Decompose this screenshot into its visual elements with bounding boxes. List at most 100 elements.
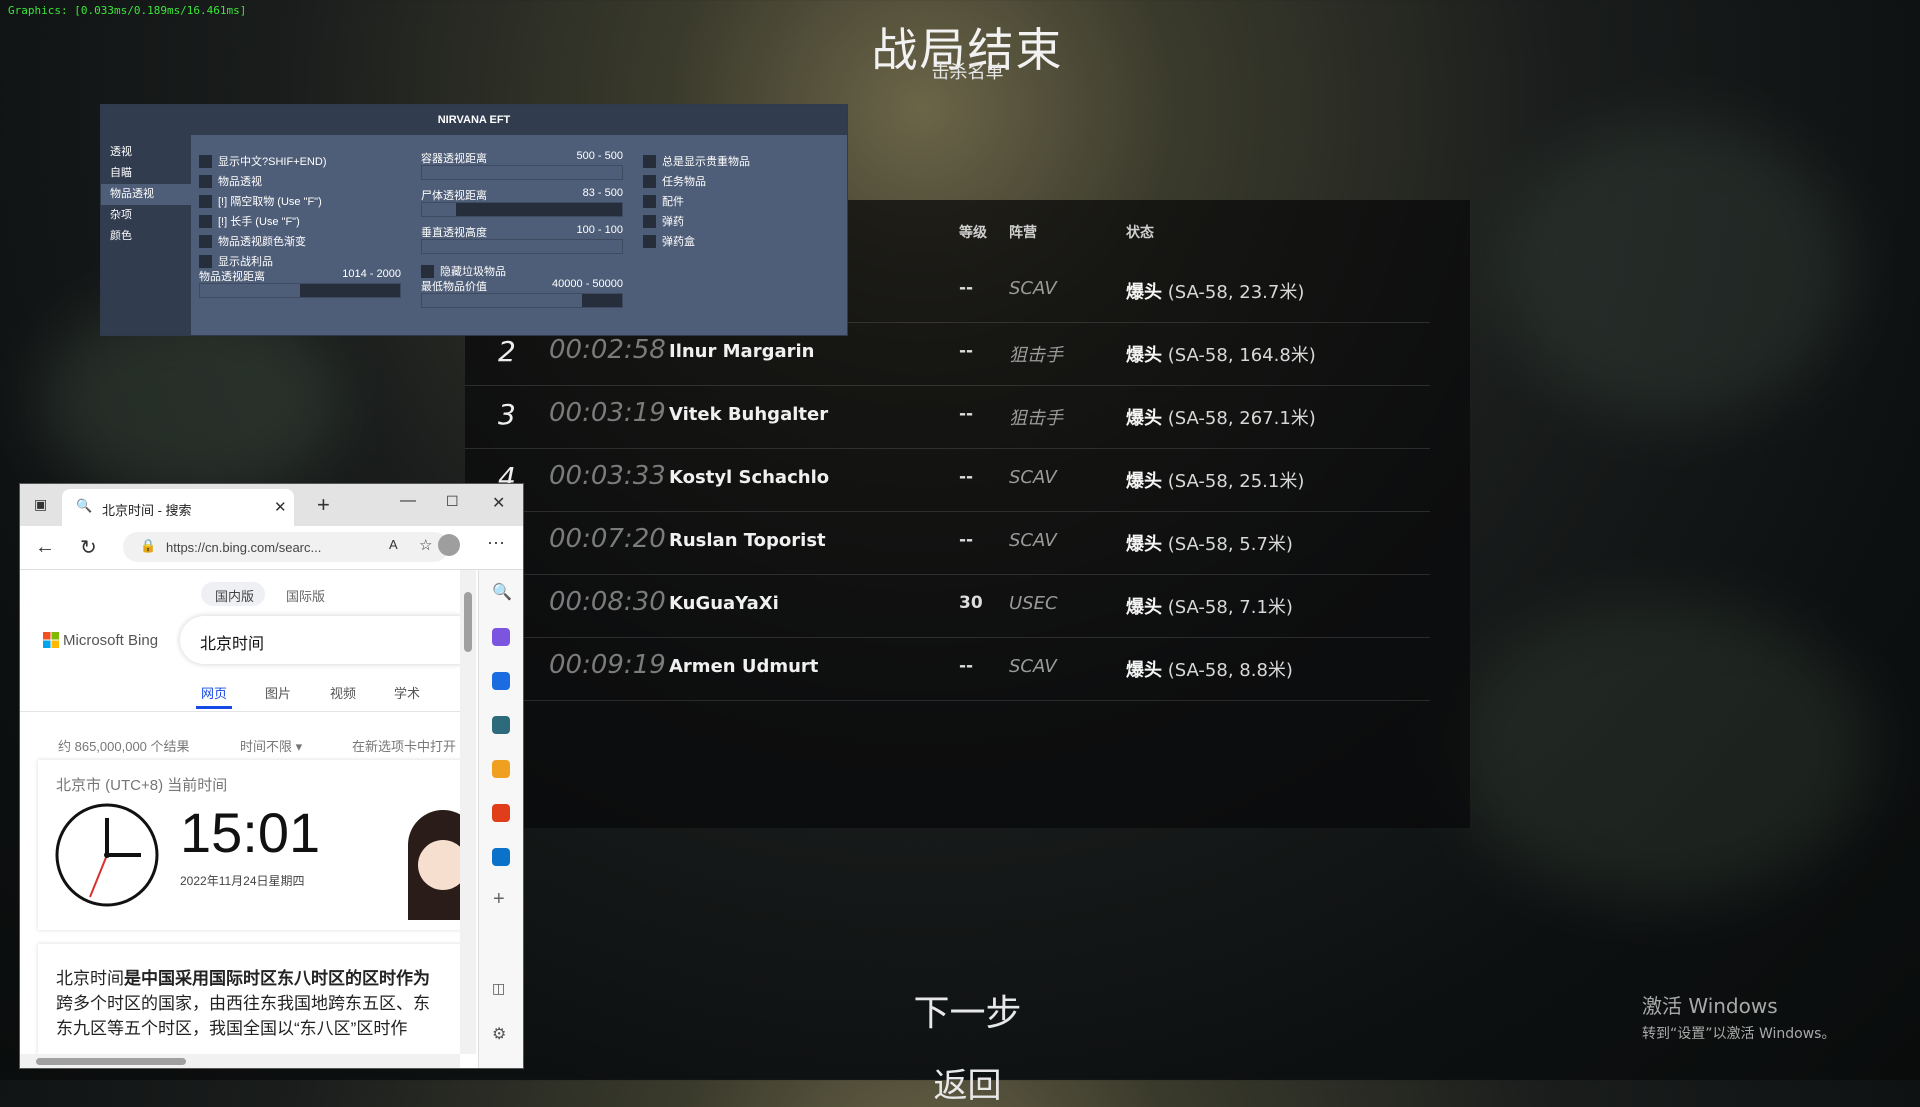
menu-checkbox[interactable]: 任务物品 (643, 173, 706, 189)
back-arrow-icon[interactable]: ← (35, 536, 55, 559)
menu-sidebar: 透视 自瞄 物品透视 杂项 颜色 (101, 135, 191, 335)
kill-time: 00:03:19 (549, 398, 666, 428)
result-count: 约 865,000,000 个结果 (58, 739, 190, 754)
lock-icon[interactable]: 🔒 (140, 538, 156, 554)
slider-track[interactable] (421, 293, 623, 308)
add-icon[interactable]: + (493, 888, 505, 911)
slider-track[interactable] (421, 239, 623, 254)
open-new-tab-link[interactable]: 在新选项卡中打开 (352, 736, 456, 755)
menu-checkbox[interactable]: 总是显示贵重物品 (643, 153, 750, 169)
victim-name: KuGuaYaXi (669, 593, 779, 614)
slider-value: 83 - 500 (582, 187, 623, 199)
menu-slider[interactable]: 最低物品价值 40000 - 50000 (421, 278, 623, 310)
edge-sidebar: 🔍 + ◫ ⚙ (478, 570, 523, 1068)
checkbox-box (199, 174, 212, 188)
victim-name: Armen Udmurt (669, 656, 819, 677)
slider-label: 容器透视距离 (421, 153, 487, 165)
read-aloud-icon[interactable]: A (389, 537, 398, 552)
clock-card: 北京市 (UTC+8) 当前时间 15:01 2022年11月24日星期四 (38, 760, 460, 930)
menu-checkbox[interactable]: 弹药 (643, 213, 684, 229)
menu-checkbox[interactable]: [!] 长手 (Use "F") (199, 213, 300, 229)
search-query: 北京时间 (200, 636, 265, 653)
menu-sidebar-item[interactable]: 颜色 (101, 226, 191, 247)
checkbox-label: 显示中文?SHIF+END) (218, 156, 327, 168)
menu-sidebar-item[interactable]: 自瞄 (101, 163, 191, 184)
kill-status-detail: (SA-58, 8.8米) (1162, 660, 1293, 681)
new-tab-icon[interactable]: + (317, 492, 330, 518)
slider-fill (422, 294, 582, 307)
victim-name: Vitek Buhgalter (669, 404, 829, 425)
menu-slider[interactable]: 物品透视距离 1014 - 2000 (199, 268, 401, 300)
menu-sidebar-item[interactable]: 杂项 (101, 205, 191, 226)
close-tab-icon[interactable]: ✕ (274, 498, 287, 516)
nav-tab-web[interactable]: 网页 (201, 683, 227, 702)
menu-slider[interactable]: 容器透视距离 500 - 500 (421, 150, 623, 182)
more-options-icon[interactable]: ··· (487, 532, 505, 553)
settings-gear-icon[interactable]: ⚙ (492, 1024, 506, 1044)
refresh-icon[interactable]: ↻ (80, 535, 97, 560)
scroll-thumb[interactable] (464, 592, 472, 652)
tools-icon[interactable] (492, 716, 510, 734)
victim-level: -- (959, 656, 974, 676)
sidebar-layout-icon[interactable]: ◫ (492, 980, 505, 997)
slider-label: 垂直透视高度 (421, 227, 487, 239)
victim-name: Kostyl Schachlo (669, 467, 830, 488)
copilot-icon[interactable] (492, 628, 510, 646)
search-box[interactable]: 北京时间 (180, 616, 460, 664)
menu-checkbox[interactable]: 显示中文?SHIF+END) (199, 153, 327, 169)
profile-avatar[interactable] (438, 534, 460, 556)
menu-slider[interactable]: 垂直透视高度 100 - 100 (421, 224, 623, 256)
region-tab-international[interactable]: 国际版 (286, 586, 325, 605)
tab-title: 北京时间 - 搜索 (102, 503, 192, 518)
nav-tab-videos[interactable]: 视频 (330, 683, 356, 702)
menu-checkbox[interactable]: 物品透视颜色渐变 (199, 233, 306, 249)
kill-row: 00:07:20 Ruslan Toporist -- SCAV 爆头 (SA-58, … (465, 512, 1430, 575)
browser-tab[interactable]: 🔍 北京时间 - 搜索 ✕ (62, 489, 294, 526)
victim-level: -- (959, 530, 974, 550)
checkbox-label: 隐藏垃圾物品 (440, 266, 506, 278)
shopping-tag-icon[interactable] (492, 672, 510, 690)
games-icon[interactable] (492, 760, 510, 778)
kill-status: 爆头 (SA-58, 23.7米) (1126, 278, 1304, 304)
snippet-line: 东九区等五个时区，我国全国以“东八区”区时作 (56, 1019, 408, 1038)
kill-status: 爆头 (SA-58, 5.7米) (1126, 530, 1293, 556)
vertical-scrollbar[interactable] (460, 570, 476, 1054)
microsoft-logo-icon (43, 632, 59, 648)
menu-checkbox[interactable]: 配件 (643, 193, 684, 209)
nav-tab-images[interactable]: 图片 (265, 683, 291, 702)
menu-checkbox[interactable]: 隐藏垃圾物品 (421, 263, 506, 279)
region-tab-domestic[interactable]: 国内版 (215, 586, 254, 605)
menu-checkbox[interactable]: 显示战利品 (199, 253, 273, 269)
slider-track[interactable] (199, 283, 401, 298)
menu-sidebar-item[interactable]: 透视 (101, 142, 191, 163)
slider-track[interactable] (421, 202, 623, 217)
horizontal-scrollbar[interactable] (20, 1054, 460, 1068)
slider-fill (422, 240, 622, 253)
menu-checkbox[interactable]: 弹药盒 (643, 233, 695, 249)
address-bar[interactable]: 🔒 https://cn.bing.com/searc... A ☆ (123, 532, 449, 562)
favorite-icon[interactable]: ☆ (419, 536, 432, 554)
background-blur (1450, 600, 1870, 900)
slider-track[interactable] (421, 165, 623, 180)
tab-actions-icon[interactable]: ▣ (34, 496, 47, 513)
checkbox-box (199, 154, 212, 168)
menu-checkbox[interactable]: [!] 隔空取物 (Use "F") (199, 193, 322, 209)
victim-level: -- (959, 278, 974, 298)
kill-row: 00:09:19 Armen Udmurt -- SCAV 爆头 (SA-58, 8.8… (465, 638, 1430, 701)
office-icon[interactable] (492, 804, 510, 822)
maximize-icon[interactable]: ☐ (446, 493, 459, 510)
kill-status-type: 爆头 (1126, 660, 1162, 681)
nav-tab-academic[interactable]: 学术 (394, 683, 420, 702)
menu-checkbox[interactable]: 物品透视 (199, 173, 262, 189)
minimize-icon[interactable]: — (400, 492, 416, 510)
time-filter[interactable]: 时间不限 ▾ (240, 736, 302, 755)
search-icon[interactable]: 🔍 (492, 582, 512, 602)
menu-sidebar-item-active[interactable]: 物品透视 (101, 184, 191, 205)
close-window-icon[interactable]: ✕ (492, 493, 505, 513)
kill-row: 00:08:30 KuGuaYaXi 30 USEC 爆头 (SA-58, 7.1米) (465, 575, 1430, 638)
checkbox-box (199, 234, 212, 248)
menu-slider[interactable]: 尸体透视距离 83 - 500 (421, 187, 623, 219)
outlook-icon[interactable] (492, 848, 510, 866)
checkbox-box (199, 214, 212, 228)
scroll-thumb[interactable] (36, 1058, 186, 1065)
